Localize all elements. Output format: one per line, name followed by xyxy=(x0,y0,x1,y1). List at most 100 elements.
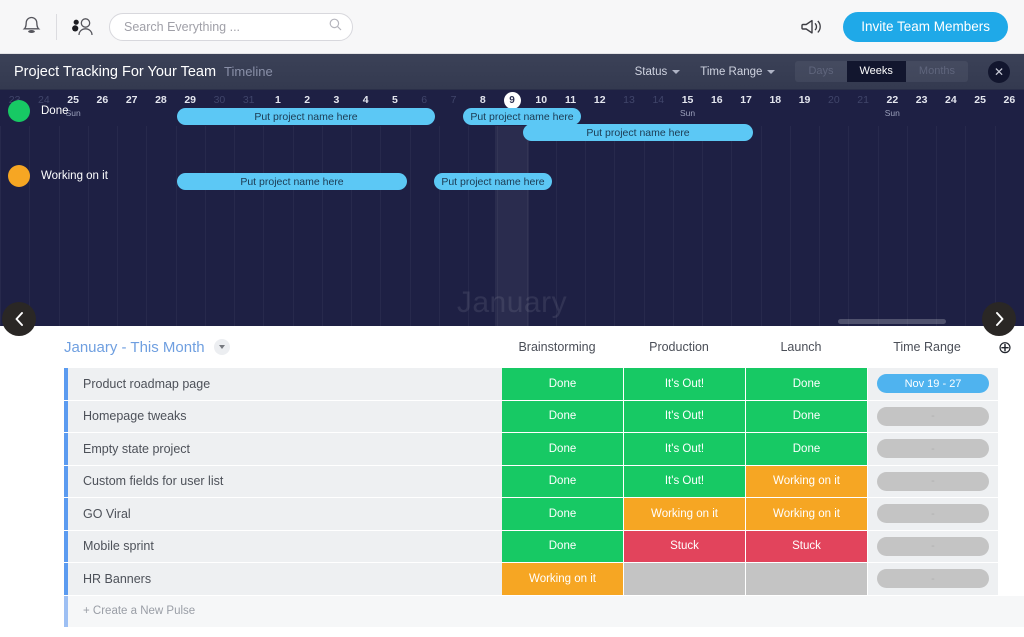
table-row: Custom fields for user listDoneIt's Out!… xyxy=(0,466,1024,498)
timeline-month-watermark: January xyxy=(0,286,1024,320)
row-tail xyxy=(998,368,1024,400)
status-cell[interactable]: Done xyxy=(746,401,868,433)
time-range-pill[interactable]: Nov 19 - 27 xyxy=(877,374,989,393)
group-title[interactable]: January - This Month xyxy=(64,339,205,356)
time-range-cell: - xyxy=(868,531,998,563)
row-name[interactable]: Mobile sprint xyxy=(68,531,502,563)
table-row: Mobile sprintDoneStuckStuck- xyxy=(0,531,1024,563)
gantt-bar[interactable]: Put project name here xyxy=(177,108,435,125)
row-name[interactable]: Custom fields for user list xyxy=(68,466,502,498)
column-header-brainstorming[interactable]: Brainstorming xyxy=(496,340,618,354)
time-range-pill[interactable]: - xyxy=(877,407,989,426)
time-range-pill[interactable]: - xyxy=(877,439,989,458)
gantt-bar[interactable]: Put project name here xyxy=(434,173,552,190)
status-cell[interactable]: Done xyxy=(502,368,624,400)
table-row: Product roadmap pageDoneIt's Out!DoneNov… xyxy=(0,368,1024,400)
time-range-cell: - xyxy=(868,498,998,530)
create-new-pulse-row[interactable]: + Create a New Pulse xyxy=(0,596,1024,627)
status-cell[interactable]: Done xyxy=(502,531,624,563)
status-cell[interactable]: Done xyxy=(502,498,624,530)
table-row: HR BannersWorking on it - xyxy=(0,563,1024,595)
column-header-production[interactable]: Production xyxy=(618,340,740,354)
timeline-horizontal-scrollbar[interactable] xyxy=(838,319,946,324)
board-rows: Product roadmap pageDoneIt's Out!DoneNov… xyxy=(0,368,1024,595)
invite-team-members-button[interactable]: Invite Team Members xyxy=(843,12,1008,42)
time-range-cell: Nov 19 - 27 xyxy=(868,368,998,400)
legend-item-done: Done xyxy=(8,100,69,122)
row-name[interactable]: Empty state project xyxy=(68,433,502,465)
time-range-cell: - xyxy=(868,433,998,465)
zoom-option-months[interactable]: Months xyxy=(906,61,968,82)
search-icon[interactable] xyxy=(329,18,342,36)
status-cell[interactable]: Working on it xyxy=(624,498,746,530)
column-header-time-range[interactable]: Time Range xyxy=(862,340,992,354)
column-headers: BrainstormingProductionLaunchTime Range⊕ xyxy=(496,339,1018,356)
board-header: January - This Month BrainstormingProduc… xyxy=(0,326,1024,368)
row-tail xyxy=(998,563,1024,595)
time-range-pill[interactable]: - xyxy=(877,504,989,523)
status-cell[interactable]: Stuck xyxy=(624,531,746,563)
row-tail xyxy=(998,433,1024,465)
row-tail xyxy=(998,401,1024,433)
timeline-panel: Project Tracking For Your Team Timeline … xyxy=(0,54,1024,326)
close-icon[interactable]: ✕ xyxy=(988,61,1010,83)
row-tail xyxy=(998,531,1024,563)
status-filter-label: Status xyxy=(635,66,668,78)
status-cell[interactable] xyxy=(624,563,746,595)
status-cell[interactable]: It's Out! xyxy=(624,466,746,498)
time-range-cell: - xyxy=(868,401,998,433)
zoom-option-weeks[interactable]: Weeks xyxy=(847,61,906,82)
board-section: January - This Month BrainstormingProduc… xyxy=(0,326,1024,637)
create-new-pulse-label[interactable]: + Create a New Pulse xyxy=(68,596,1024,627)
time-range-filter[interactable]: Time Range xyxy=(700,66,775,78)
table-row: Empty state projectDoneIt's Out!Done- xyxy=(0,433,1024,465)
gantt-area: Done Working on it Put project name here… xyxy=(0,90,1024,326)
status-cell[interactable]: It's Out! xyxy=(624,401,746,433)
time-range-pill[interactable]: - xyxy=(877,472,989,491)
chevron-down-icon[interactable] xyxy=(214,339,230,355)
chevron-down-icon xyxy=(767,70,775,74)
status-cell[interactable]: Done xyxy=(502,401,624,433)
status-cell[interactable]: Done xyxy=(502,466,624,498)
status-cell[interactable]: Working on it xyxy=(502,563,624,595)
table-row: GO ViralDoneWorking on itWorking on it- xyxy=(0,498,1024,530)
column-header-launch[interactable]: Launch xyxy=(740,340,862,354)
zoom-segmented-control: DaysWeeksMonths xyxy=(795,61,968,82)
row-name[interactable]: GO Viral xyxy=(68,498,502,530)
zoom-option-days[interactable]: Days xyxy=(795,61,846,82)
time-range-cell: - xyxy=(868,466,998,498)
search-input[interactable] xyxy=(124,20,329,34)
status-cell[interactable]: Done xyxy=(502,433,624,465)
status-cell[interactable]: It's Out! xyxy=(624,368,746,400)
status-cell[interactable]: It's Out! xyxy=(624,433,746,465)
gantt-bar[interactable]: Put project name here xyxy=(177,173,407,190)
gantt-bar[interactable]: Put project name here xyxy=(523,124,753,141)
status-cell[interactable]: Done xyxy=(746,433,868,465)
status-cell[interactable]: Done xyxy=(746,368,868,400)
time-range-filter-label: Time Range xyxy=(700,66,762,78)
legend-item-working-on-it: Working on it xyxy=(8,165,108,187)
status-dot-working-on-it xyxy=(8,165,30,187)
megaphone-icon[interactable] xyxy=(797,12,827,42)
row-name[interactable]: HR Banners xyxy=(68,563,502,595)
timeline-controls: Status Time Range DaysWeeksMonths ✕ xyxy=(635,61,1010,83)
timeline-prev-button[interactable] xyxy=(2,302,36,336)
bell-icon[interactable] xyxy=(16,12,46,42)
time-range-cell: - xyxy=(868,563,998,595)
row-tail xyxy=(998,466,1024,498)
plus-icon[interactable]: ⊕ xyxy=(992,339,1018,356)
people-icon[interactable] xyxy=(67,12,97,42)
time-range-pill[interactable]: - xyxy=(877,569,989,588)
status-cell[interactable]: Stuck xyxy=(746,531,868,563)
status-cell[interactable]: Working on it xyxy=(746,466,868,498)
gantt-bar[interactable]: Put project name here xyxy=(463,108,581,125)
row-name[interactable]: Product roadmap page xyxy=(68,368,502,400)
status-cell[interactable]: Working on it xyxy=(746,498,868,530)
search-box[interactable] xyxy=(109,13,353,41)
row-name[interactable]: Homepage tweaks xyxy=(68,401,502,433)
status-cell[interactable] xyxy=(746,563,868,595)
time-range-pill[interactable]: - xyxy=(877,537,989,556)
status-filter[interactable]: Status xyxy=(635,66,681,78)
timeline-next-button[interactable] xyxy=(982,302,1016,336)
toolbar-divider xyxy=(56,14,57,40)
